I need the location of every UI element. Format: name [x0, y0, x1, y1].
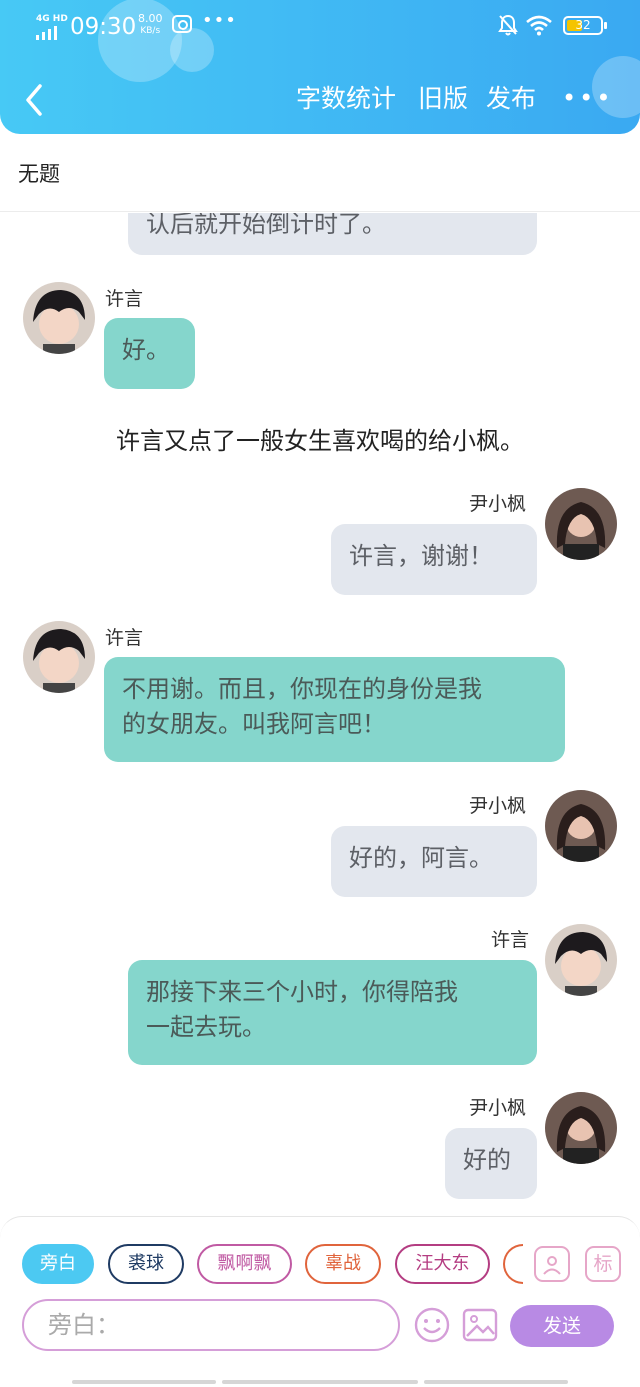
camera-icon — [172, 15, 192, 33]
role-chip-partial[interactable] — [503, 1244, 523, 1284]
avatar-girl-icon — [545, 1092, 617, 1164]
sender-name: 尹小枫 — [469, 1097, 527, 1119]
avatar[interactable] — [23, 621, 95, 693]
more-options-icon[interactable]: ••• — [562, 84, 613, 112]
page-indicator — [424, 1380, 568, 1384]
status-bar: 4G HD 09:30 8.00 KB/s ••• 32 — [0, 8, 640, 44]
title-bar: 无题 — [0, 134, 640, 212]
page-indicator — [222, 1380, 418, 1384]
bell-muted-icon — [498, 14, 518, 36]
chat-message[interactable]: 好的，阿言。 — [331, 826, 537, 897]
avatar-girl-icon — [545, 488, 617, 560]
message-text: 好。 — [122, 336, 170, 364]
narration-text[interactable]: 许言又点了一般女生喜欢喝的给小枫。 — [0, 421, 640, 456]
sender-name: 尹小枫 — [469, 795, 527, 817]
status-overflow-icon: ••• — [202, 10, 237, 31]
sender-name: 许言 — [105, 288, 144, 310]
battery-icon: 32 — [563, 16, 607, 35]
tag-button[interactable]: 标 — [585, 1246, 621, 1282]
chat-message[interactable]: 许言，谢谢！ — [331, 524, 537, 595]
chat-message[interactable]: 不用谢。而且，你现在的身份是我 的女朋友。叫我阿言吧！ — [104, 657, 565, 762]
message-text: 的女朋友。叫我阿言吧！ — [122, 710, 386, 738]
chat-message[interactable]: 好。 — [104, 318, 195, 389]
chat-message[interactable]: 认后就开始倒计时了。 — [128, 213, 537, 255]
user-card-glyph-icon — [543, 1256, 561, 1275]
send-button[interactable]: 发送 — [510, 1305, 614, 1347]
message-input[interactable] — [22, 1299, 400, 1351]
composer-panel: 旁白 裘球 飘啊飘 辜战 汪大东 标 发送 — [0, 1216, 640, 1387]
sender-name: 许言 — [105, 627, 144, 649]
avatar-boy-icon — [545, 924, 617, 996]
network-type: 4G HD — [36, 14, 68, 24]
message-text: 好的 — [463, 1146, 511, 1174]
message-text: 一起去玩。 — [146, 1013, 266, 1041]
app-screen: 4G HD 09:30 8.00 KB/s ••• 32 字数统计 旧版 发布 … — [0, 0, 640, 1387]
image-icon[interactable] — [461, 1306, 499, 1344]
message-text: 许言，谢谢！ — [349, 542, 493, 570]
message-text: 好的，阿言。 — [349, 844, 493, 872]
message-text: 那接下来三个小时，你得陪我 — [146, 978, 458, 1006]
chat-area[interactable]: 认后就开始倒计时了。 许言 好。 许言又点了一般女生喜欢喝的给小枫。 尹小枫 许… — [0, 213, 640, 1216]
role-chip[interactable]: 裘球 — [108, 1244, 184, 1284]
page-indicator — [72, 1380, 216, 1384]
publish-button[interactable]: 发布 — [486, 83, 536, 115]
top-header: 4G HD 09:30 8.00 KB/s ••• 32 字数统计 旧版 发布 … — [0, 0, 640, 134]
net-speed-value: 8.00 — [138, 12, 163, 25]
role-chip[interactable]: 辜战 — [305, 1244, 381, 1284]
message-text: 认后就开始倒计时了。 — [146, 213, 386, 238]
smile-icon[interactable] — [413, 1306, 451, 1344]
message-text: 不用谢。而且，你现在的身份是我 — [122, 675, 482, 703]
role-chip-narration[interactable]: 旁白 — [22, 1244, 94, 1284]
sender-name: 许言 — [491, 929, 530, 951]
battery-level: 32 — [575, 18, 591, 32]
role-chip[interactable]: 飘啊飘 — [197, 1244, 292, 1284]
avatar[interactable] — [545, 1092, 617, 1164]
clock: 09:30 — [70, 14, 137, 40]
signal-icon — [36, 26, 62, 40]
wifi-icon — [526, 15, 552, 36]
role-chip[interactable]: 汪大东 — [395, 1244, 490, 1284]
word-count-button[interactable]: 字数统计 — [296, 83, 396, 115]
back-chevron-icon[interactable] — [20, 80, 50, 120]
avatar-boy-icon — [23, 282, 95, 354]
old-version-button[interactable]: 旧版 — [418, 83, 468, 115]
chat-message[interactable]: 那接下来三个小时，你得陪我 一起去玩。 — [128, 960, 537, 1065]
avatar-girl-icon — [545, 790, 617, 862]
sender-name: 尹小枫 — [469, 493, 527, 515]
user-card-icon[interactable] — [534, 1246, 570, 1282]
avatar[interactable] — [23, 282, 95, 354]
net-speed: 8.00 KB/s — [138, 13, 163, 37]
avatar[interactable] — [545, 488, 617, 560]
page-title[interactable]: 无题 — [18, 158, 60, 188]
chat-message[interactable]: 好的 — [445, 1128, 537, 1199]
net-speed-unit: KB/s — [140, 26, 161, 36]
avatar-boy-icon — [23, 621, 95, 693]
avatar[interactable] — [545, 790, 617, 862]
avatar[interactable] — [545, 924, 617, 996]
